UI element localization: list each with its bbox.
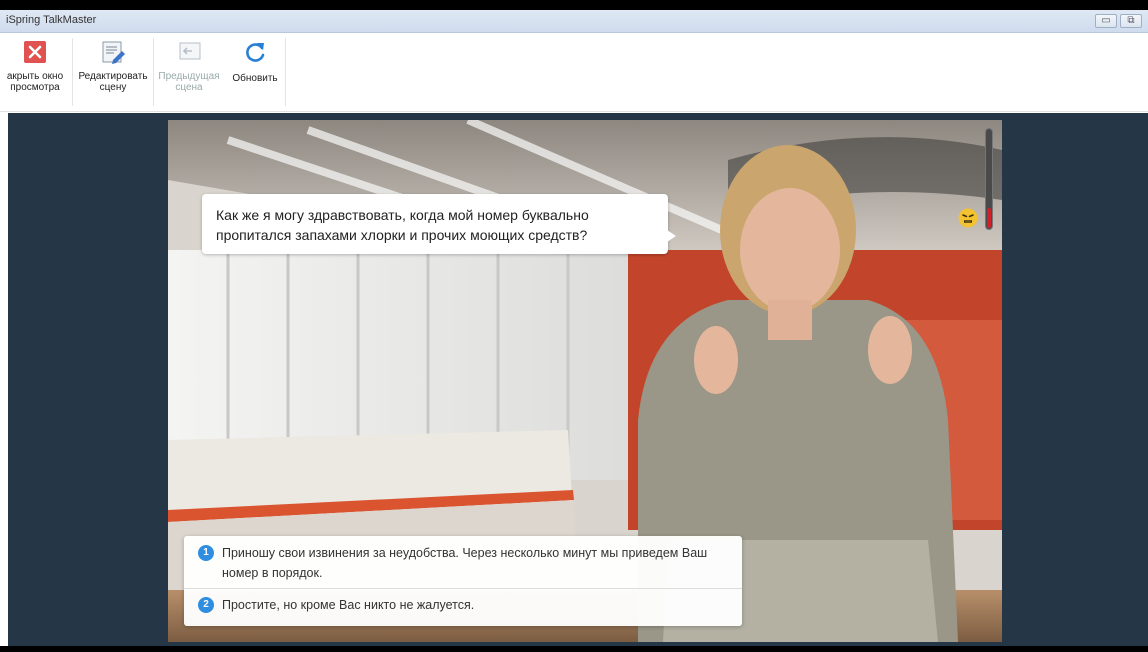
answer-divider: [184, 588, 742, 589]
refresh-label: Обновить: [232, 73, 278, 84]
character-speech-bubble: Как же я могу здравствовать, когда мой н…: [202, 194, 676, 254]
speech-bubble-tail: [667, 230, 676, 242]
answer-number-badge: 1: [198, 545, 214, 561]
ribbon-separator: [153, 38, 154, 106]
answer-options-panel: 1 Приношу свои извинения за неудобства. …: [184, 536, 742, 626]
bottom-black-band: [0, 646, 1148, 652]
edit-scene-label: Редактировать сцену: [78, 71, 148, 93]
close-preview-label: акрыть окно просмотра: [6, 71, 64, 93]
edit-scene-button[interactable]: Редактировать сцену: [74, 33, 152, 111]
answer-text: Приношу свои извинения за неудобства. Че…: [222, 546, 708, 580]
ribbon-separator: [72, 38, 73, 106]
close-preview-button[interactable]: акрыть окно просмотра: [0, 33, 70, 111]
close-icon: [24, 41, 46, 63]
emotion-meter: [985, 128, 993, 230]
ribbon-toolbar: акрыть окно просмотра Редактировать сцен…: [0, 33, 1148, 112]
answer-option-1[interactable]: 1 Приношу свои извинения за неудобства. …: [184, 542, 742, 588]
refresh-button[interactable]: Обновить: [226, 33, 284, 111]
previous-scene-icon: [179, 42, 201, 60]
answer-number-badge: 2: [198, 597, 214, 613]
emotion-meter-fill: [987, 208, 991, 228]
answer-text: Простите, но кроме Вас никто не жалуется…: [222, 598, 475, 612]
tile-button[interactable]: ⧉: [1120, 14, 1142, 28]
refresh-icon: [246, 43, 265, 62]
character-speech-text: Как же я могу здравствовать, когда мой н…: [216, 207, 589, 243]
top-black-band: [0, 0, 1148, 10]
window-title: iSpring TalkMaster: [6, 14, 97, 26]
edit-document-icon: [102, 41, 125, 64]
previous-scene-label: Предыдущая сцена: [158, 71, 220, 93]
ribbon-separator: [285, 38, 286, 106]
title-bar: iSpring TalkMaster ▭ ⧉: [0, 10, 1148, 33]
restore-button[interactable]: ▭: [1095, 14, 1117, 28]
answer-option-2[interactable]: 2 Простите, но кроме Вас никто не жалует…: [184, 592, 742, 622]
angry-face-icon: [958, 208, 978, 228]
previous-scene-button[interactable]: Предыдущая сцена: [152, 33, 226, 111]
